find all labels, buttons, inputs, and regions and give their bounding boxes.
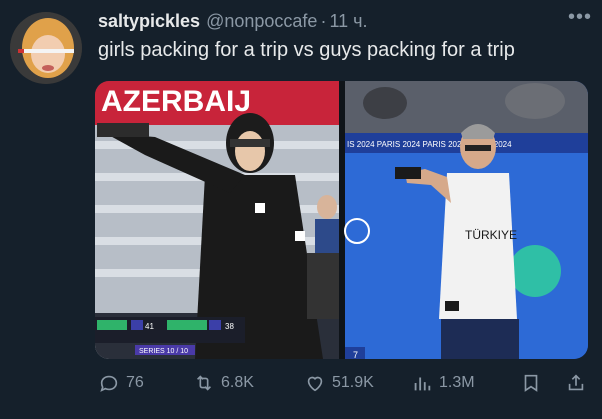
retweet-icon	[196, 375, 212, 391]
views-icon	[414, 377, 431, 391]
separator-dot: ·	[320, 10, 327, 31]
tweet-media[interactable]: AZERBAIJ 41 38 SERIES 10 / 10 IS 2024 PA…	[95, 81, 588, 359]
reply-icon	[100, 375, 118, 392]
reply-button[interactable]: 76	[98, 372, 144, 394]
avatar[interactable]	[10, 12, 82, 84]
retweet-count: 6.8K	[221, 374, 254, 391]
series-label: SERIES 10 / 10	[139, 348, 188, 355]
avatar-image	[10, 12, 82, 84]
tweet-actions: 76 6.8K 51.9K 1.3M	[98, 372, 586, 398]
tweet-header: saltypickles @nonpoccafe · 11 ч. •••	[98, 6, 592, 32]
share-icon	[568, 374, 584, 391]
views-button[interactable]: 1.3M	[411, 372, 475, 394]
display-name[interactable]: saltypickles	[98, 11, 200, 32]
left-photo: AZERBAIJ 41 38 SERIES 10 / 10	[95, 81, 339, 359]
like-icon	[307, 376, 323, 392]
score-right: 38	[225, 322, 234, 331]
shirt-text: TÜRKIYE	[465, 228, 517, 242]
tweet-text: girls packing for a trip vs guys packing…	[98, 39, 515, 61]
score-left: 41	[145, 322, 154, 331]
lane-number: 7	[353, 350, 358, 359]
like-button[interactable]: 51.9K	[304, 372, 374, 394]
share-button[interactable]	[565, 372, 593, 394]
like-count: 51.9K	[332, 374, 374, 391]
reply-count: 76	[126, 374, 144, 391]
user-handle[interactable]: @nonpoccafe	[206, 11, 317, 32]
media-photo: AZERBAIJ 41 38 SERIES 10 / 10 IS 2024 PA…	[95, 81, 588, 359]
more-icon[interactable]: •••	[568, 6, 592, 29]
retweet-button[interactable]: 6.8K	[193, 372, 254, 394]
bookmark-icon	[524, 374, 538, 392]
views-count: 1.3M	[439, 374, 475, 391]
right-photo: IS 2024 PARIS 2024 PARIS 2024 PARIS 2024…	[344, 81, 588, 359]
timestamp[interactable]: 11 ч.	[329, 11, 367, 32]
media-divider	[339, 81, 345, 359]
left-banner-text: AZERBAIJ	[101, 85, 251, 118]
bookmark-button[interactable]	[520, 372, 548, 394]
